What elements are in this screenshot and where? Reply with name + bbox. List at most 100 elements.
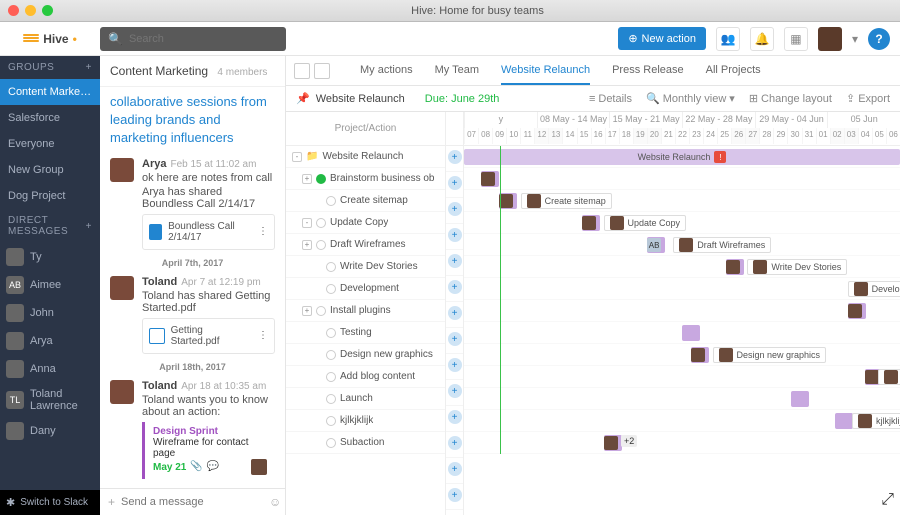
task-checkbox[interactable] — [316, 240, 326, 250]
bar-label[interactable]: Design new graphics — [713, 347, 827, 363]
workspace-tab[interactable]: My Team — [435, 57, 479, 85]
task-row[interactable]: -Update Copy — [286, 212, 445, 234]
attachment[interactable]: Boundless Call 2/14/17⋮ — [142, 214, 275, 250]
more-icon[interactable]: ⋮ — [258, 330, 268, 341]
dm-item[interactable]: Anna — [0, 355, 100, 383]
task-row[interactable]: Design new graphics — [286, 344, 445, 366]
task-row[interactable]: Add blog content — [286, 366, 445, 388]
add-task-icon[interactable]: + — [448, 176, 462, 190]
task-checkbox[interactable] — [326, 438, 336, 448]
compose-box[interactable]: + ☺ — [100, 488, 285, 515]
session-link[interactable]: collaborative sessions from leading bran… — [110, 93, 275, 148]
task-checkbox[interactable] — [326, 328, 336, 338]
new-action-button[interactable]: ⊕ New action — [618, 27, 706, 50]
add-task-icon[interactable]: + — [448, 332, 462, 346]
gantt-bar[interactable]: AB — [647, 237, 665, 253]
task-checkbox[interactable] — [316, 174, 326, 184]
task-row[interactable]: Development — [286, 278, 445, 300]
gantt-bar[interactable] — [835, 413, 853, 429]
add-task-icon[interactable]: + — [448, 254, 462, 268]
gantt-bar[interactable] — [726, 259, 744, 275]
gantt-bar[interactable] — [604, 435, 622, 451]
add-task-icon[interactable]: + — [448, 384, 462, 398]
attachment[interactable]: Getting Started.pdf⋮ — [142, 318, 275, 354]
gantt-bar[interactable] — [481, 171, 499, 187]
add-task-icon[interactable]: + — [448, 306, 462, 320]
task-checkbox[interactable] — [316, 306, 326, 316]
people-icon[interactable]: 👥 — [716, 27, 740, 51]
workspace-tab[interactable]: Press Release — [612, 57, 684, 85]
gantt-bar[interactable] — [691, 347, 709, 363]
task-row[interactable]: +Draft Wireframes — [286, 234, 445, 256]
sidebar-group[interactable]: New Group — [0, 157, 100, 183]
expand-toggle[interactable]: - — [302, 218, 312, 228]
dm-item[interactable]: Ty — [0, 243, 100, 271]
switch-to-slack[interactable]: ✱ Switch to Slack — [0, 490, 100, 515]
change-layout[interactable]: ⊞ Change layout — [749, 92, 832, 105]
chevron-down-icon[interactable]: ▾ — [852, 32, 858, 46]
gantt-bar[interactable] — [682, 325, 700, 341]
view-toggle[interactable]: 🔍 Monthly view ▾ — [646, 92, 735, 105]
bar-label[interactable]: Add blog — [878, 369, 900, 385]
add-task-icon[interactable]: + — [448, 358, 462, 372]
gantt-bar[interactable] — [499, 193, 517, 209]
add-task-icon[interactable]: + — [448, 488, 462, 502]
task-row[interactable]: Testing — [286, 322, 445, 344]
add-task-icon[interactable]: + — [448, 462, 462, 476]
add-dm-icon[interactable]: + — [86, 221, 92, 232]
bar-label[interactable]: Update Copy — [604, 215, 687, 231]
notifications-icon[interactable]: 🔔 — [750, 27, 774, 51]
task-checkbox[interactable] — [326, 350, 336, 360]
list-view-icon[interactable] — [314, 63, 330, 79]
dm-item[interactable]: Arya — [0, 327, 100, 355]
search-input[interactable] — [129, 33, 278, 45]
dm-item[interactable]: ABAimee — [0, 271, 100, 299]
grid-view-icon[interactable] — [294, 63, 310, 79]
task-row[interactable]: Launch — [286, 388, 445, 410]
bar-label[interactable]: Development — [848, 281, 900, 297]
bar-label[interactable]: Write Dev Stories — [747, 259, 847, 275]
bar-label[interactable]: Create sitemap — [521, 193, 612, 209]
sidebar-group[interactable]: Content Marketing — [0, 79, 100, 105]
member-count[interactable]: 4 members — [217, 67, 267, 78]
search-box[interactable]: 🔍 — [100, 27, 286, 51]
task-row[interactable]: kjlkjklijk — [286, 410, 445, 432]
emoji-icon[interactable]: ☺ — [269, 495, 281, 509]
export-button[interactable]: ⇪ Export — [846, 92, 890, 105]
add-task-icon[interactable]: + — [448, 410, 462, 424]
dm-item[interactable]: Dany — [0, 417, 100, 445]
expand-icon[interactable]: ⤢ — [881, 491, 894, 509]
bar-label[interactable]: kjlkjklijk — [852, 413, 900, 429]
task-row[interactable]: +Install plugins — [286, 300, 445, 322]
task-checkbox[interactable] — [326, 196, 336, 206]
workspace-tab[interactable]: All Projects — [706, 57, 761, 85]
sidebar-group[interactable]: Everyone — [0, 131, 100, 157]
task-checkbox[interactable] — [326, 284, 336, 294]
sidebar-group[interactable]: Salesforce — [0, 105, 100, 131]
gantt-bar[interactable] — [848, 303, 866, 319]
bar-label[interactable]: Draft Wireframes — [673, 237, 771, 253]
help-icon[interactable]: ? — [868, 28, 890, 50]
workspace-tab[interactable]: My actions — [360, 57, 413, 85]
expand-toggle[interactable]: + — [302, 240, 312, 250]
user-avatar[interactable] — [818, 27, 842, 51]
expand-toggle[interactable]: + — [302, 174, 312, 184]
task-row[interactable]: -📁Website Relaunch — [286, 146, 445, 168]
gantt-bar[interactable] — [582, 215, 600, 231]
expand-toggle[interactable]: - — [292, 152, 302, 162]
action-card[interactable]: Design SprintWireframe for contact pageM… — [142, 422, 275, 479]
details-button[interactable]: ≡ Details — [589, 92, 632, 105]
task-row[interactable]: +Brainstorm business ob — [286, 168, 445, 190]
workspace-tab[interactable]: Website Relaunch — [501, 57, 590, 85]
brand[interactable]: Hive• — [0, 32, 100, 46]
task-checkbox[interactable] — [326, 394, 336, 404]
pin-icon[interactable]: 📌 — [296, 92, 310, 105]
task-row[interactable]: Subaction — [286, 432, 445, 454]
gantt-bar[interactable]: Website Relaunch! — [464, 149, 900, 165]
compose-input[interactable] — [121, 496, 263, 508]
add-task-icon[interactable]: + — [448, 280, 462, 294]
sidebar-group[interactable]: Dog Project — [0, 183, 100, 209]
maximize-window[interactable] — [42, 5, 53, 16]
apps-icon[interactable]: ▦ — [784, 27, 808, 51]
gantt-bar[interactable] — [791, 391, 809, 407]
